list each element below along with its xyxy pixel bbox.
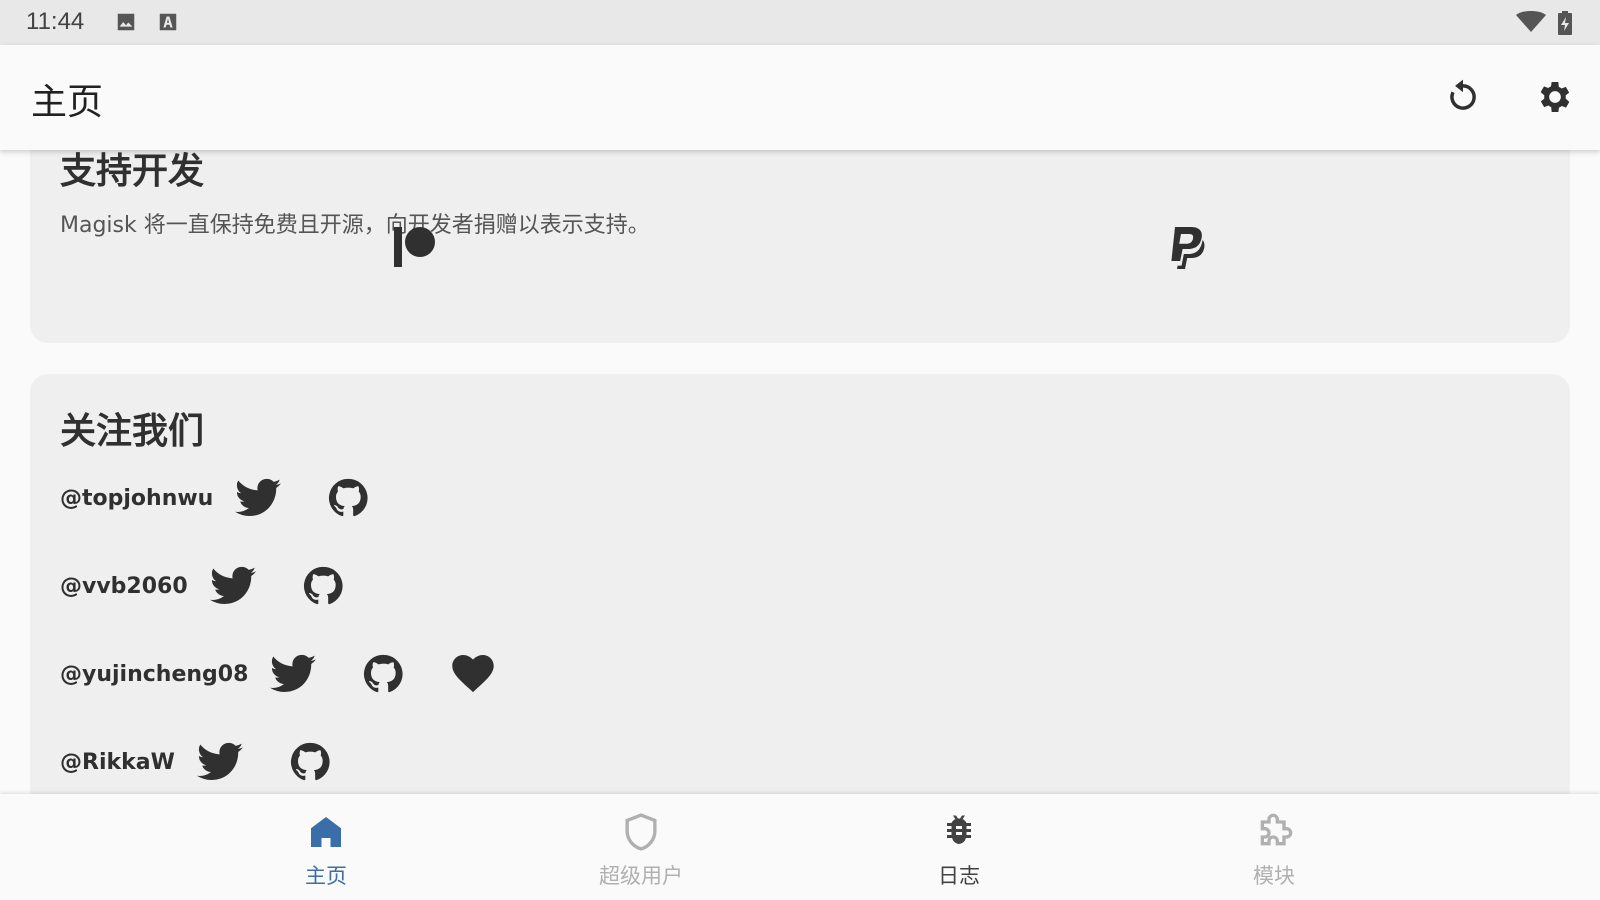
- paypal-button[interactable]: [1145, 207, 1225, 287]
- patreon-icon: [390, 223, 438, 271]
- bug-icon: [939, 812, 979, 852]
- wifi-icon: [1516, 11, 1546, 33]
- heart-icon: [452, 655, 495, 693]
- twitter-link[interactable]: [185, 732, 255, 792]
- developer-row-vvb2060: @vvb2060: [60, 556, 378, 616]
- refresh-button[interactable]: [1437, 71, 1489, 123]
- github-icon: [303, 566, 343, 605]
- twitter-link[interactable]: [258, 644, 328, 704]
- twitter-icon: [270, 654, 317, 693]
- bottom-navigation: 主页 超级用户 日志 模块: [0, 794, 1600, 900]
- nav-item-superuser[interactable]: 超级用户: [551, 794, 731, 900]
- settings-button[interactable]: [1529, 71, 1581, 123]
- developer-row-yujincheng08: @yujincheng08: [60, 644, 528, 704]
- patreon-button[interactable]: [374, 207, 454, 287]
- developer-row-topjohnwu: @topjohnwu: [60, 468, 403, 528]
- page-title: 主页: [31, 82, 104, 123]
- github-link[interactable]: [348, 644, 418, 704]
- twitter-icon: [209, 566, 256, 605]
- nav-item-logs[interactable]: 日志: [869, 794, 1049, 900]
- developer-handle[interactable]: @topjohnwu: [60, 486, 213, 511]
- github-icon: [329, 478, 368, 517]
- keyboard-a-icon: [157, 11, 179, 33]
- follow-card: 关注我们 @topjohnwu @vvb2060 @yujincheng08 @…: [30, 374, 1570, 794]
- twitter-link[interactable]: [198, 556, 268, 616]
- settings-gear-icon: [1535, 77, 1575, 117]
- paypal-icon: [1161, 223, 1209, 271]
- twitter-link[interactable]: [223, 468, 293, 528]
- github-link[interactable]: [313, 468, 383, 528]
- nav-item-modules[interactable]: 模块: [1184, 794, 1364, 900]
- puzzle-icon: [1254, 812, 1294, 852]
- status-time: 11:44: [26, 8, 85, 35]
- follow-title: 关注我们: [60, 411, 205, 452]
- shield-icon: [621, 812, 661, 852]
- home-icon: [306, 812, 346, 852]
- battery-charging-icon: [1558, 11, 1572, 35]
- developer-handle[interactable]: @yujincheng08: [60, 662, 248, 687]
- status-bar: 11:44: [0, 0, 1600, 45]
- app-bar: 主页: [0, 45, 1600, 150]
- developer-handle[interactable]: @vvb2060: [60, 574, 188, 599]
- sponsor-link[interactable]: [438, 644, 508, 704]
- image-icon: [115, 11, 137, 33]
- refresh-icon: [1444, 78, 1482, 116]
- developer-row-rikkaw: @RikkaW: [60, 732, 365, 792]
- support-card: 支持开发 Magisk 将一直保持免费且开源，向开发者捐赠以表示支持。: [30, 150, 1570, 343]
- twitter-icon: [196, 742, 243, 781]
- nav-item-home[interactable]: 主页: [236, 794, 416, 900]
- developer-handle[interactable]: @RikkaW: [60, 750, 175, 775]
- github-icon: [364, 654, 403, 693]
- home-content[interactable]: 支持开发 Magisk 将一直保持免费且开源，向开发者捐赠以表示支持。 关注我们…: [0, 150, 1600, 794]
- nav-label-logs: 日志: [938, 864, 980, 888]
- support-title: 支持开发: [60, 151, 205, 192]
- nav-label-modules: 模块: [1253, 864, 1295, 888]
- github-link[interactable]: [288, 556, 358, 616]
- nav-label-home: 主页: [305, 864, 347, 888]
- nav-label-superuser: 超级用户: [599, 864, 683, 888]
- github-link[interactable]: [275, 732, 345, 792]
- support-description: Magisk 将一直保持免费且开源，向开发者捐赠以表示支持。: [60, 213, 650, 238]
- twitter-icon: [235, 478, 282, 517]
- github-icon: [290, 742, 330, 781]
